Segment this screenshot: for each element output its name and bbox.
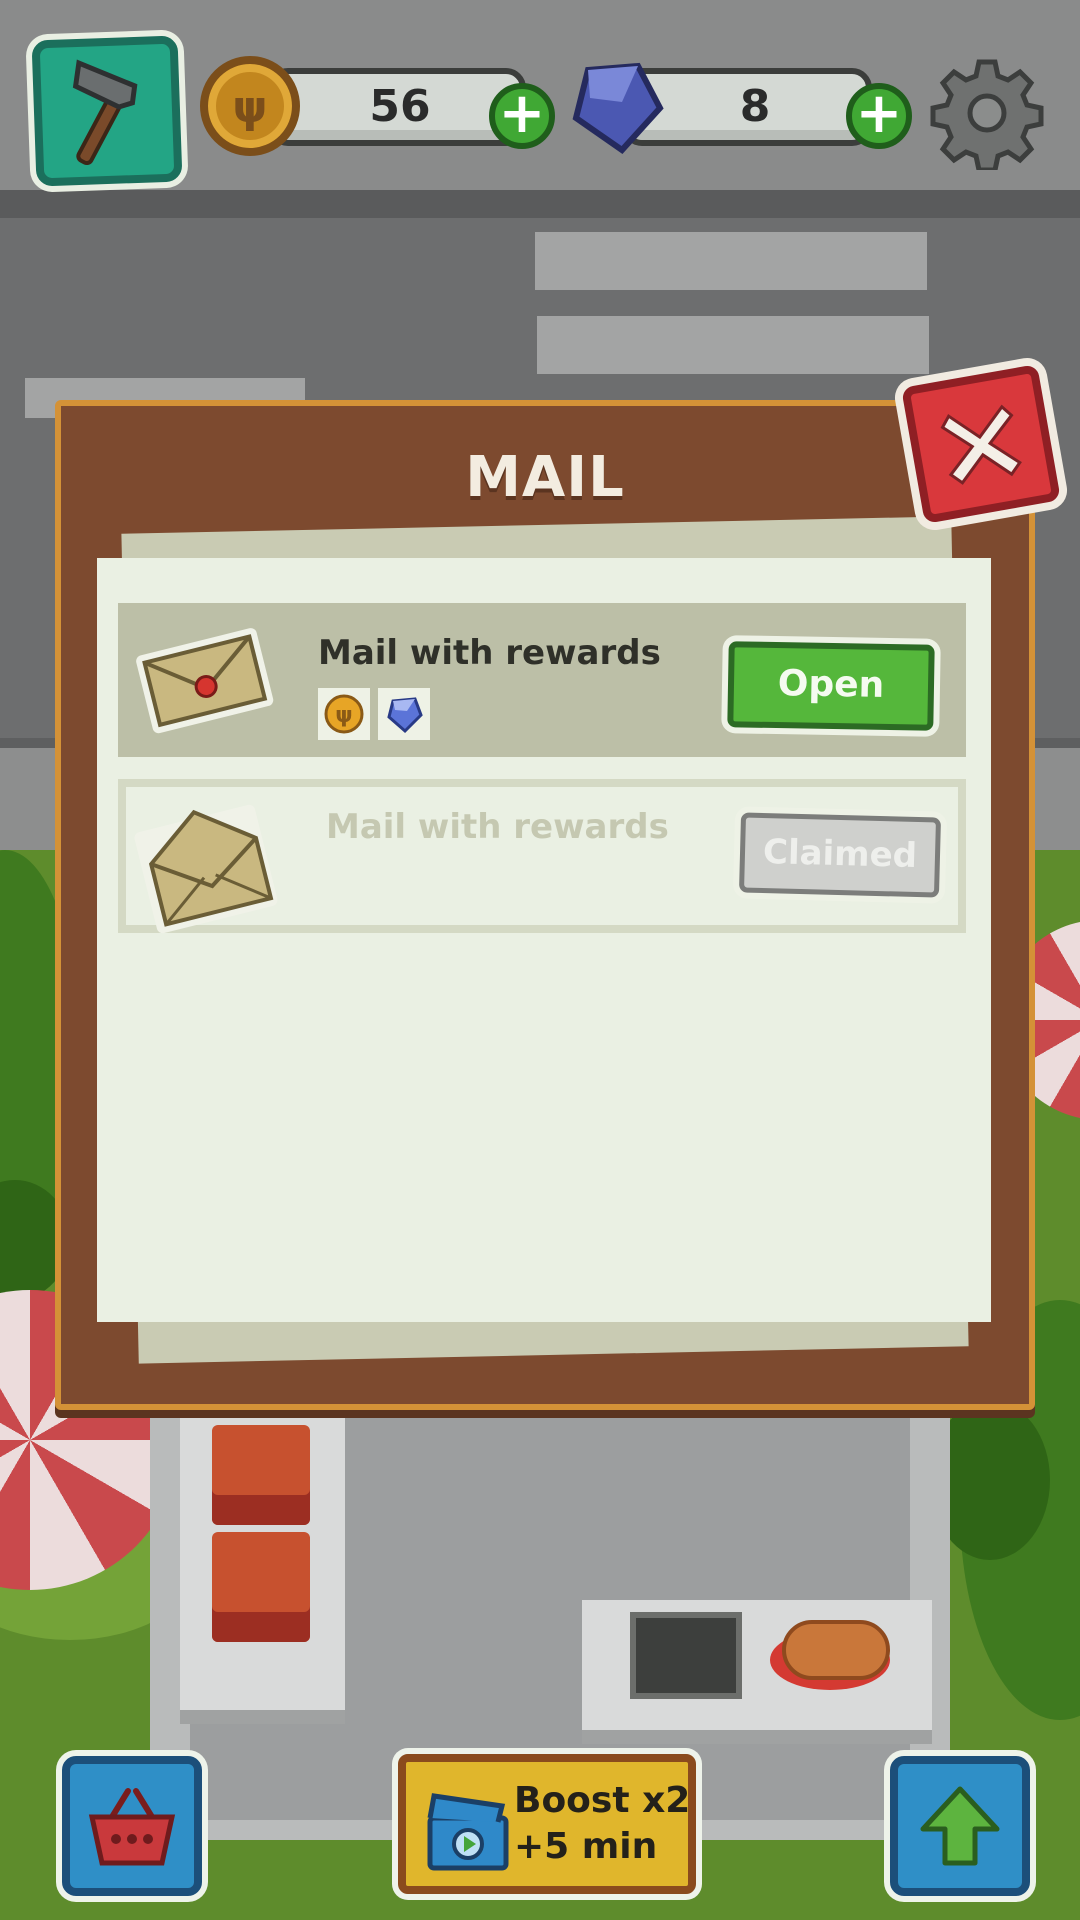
dialog-title: MAIL	[465, 445, 625, 510]
boost-label: Boost x2	[514, 1780, 691, 1821]
build-button[interactable]	[31, 35, 183, 187]
boost-button[interactable]: Boost x2 +5 min	[398, 1754, 696, 1894]
upgrade-button[interactable]	[890, 1756, 1030, 1896]
basket-icon	[88, 1788, 176, 1866]
open-mail-button[interactable]: Open	[727, 641, 935, 731]
add-coins-button[interactable]: +	[489, 83, 555, 149]
mail-item-unread[interactable]: Mail with rewards ψ Open	[118, 603, 966, 757]
claimed-button: Claimed	[738, 812, 942, 898]
stall-crate	[212, 1425, 310, 1525]
gem-count: 8	[739, 81, 771, 132]
curb	[0, 190, 1080, 218]
mail-item-claimed: Mail with rewards Claimed	[118, 779, 966, 934]
gem-icon	[572, 62, 664, 154]
mail-title: Mail with rewards	[318, 633, 661, 673]
svg-text:ψ: ψ	[233, 82, 268, 133]
crosswalk-stripe	[537, 316, 929, 374]
hammer-icon	[72, 59, 138, 166]
settings-gear-icon[interactable]	[930, 56, 1044, 170]
envelope-sealed-icon	[136, 628, 274, 734]
svg-text:ψ: ψ	[335, 703, 352, 728]
reward-chip	[378, 688, 430, 740]
mail-title: Mail with rewards	[326, 807, 669, 847]
crosswalk-stripe	[535, 232, 927, 290]
shop-button[interactable]	[62, 1756, 202, 1896]
reward-chip: ψ	[318, 688, 370, 740]
coin-count: 56	[369, 81, 431, 132]
grill	[630, 1612, 742, 1699]
add-gems-button[interactable]: +	[846, 83, 912, 149]
hotdog-icon	[782, 1620, 890, 1680]
gem-icon	[387, 697, 423, 734]
boost-duration: +5 min	[514, 1826, 658, 1867]
arrow-up-icon	[920, 1786, 1000, 1866]
stall-crate	[212, 1532, 310, 1642]
close-icon	[940, 404, 1022, 485]
envelope-open-icon	[134, 804, 278, 934]
coin-icon: ψ	[200, 56, 300, 156]
coin-icon: ψ	[324, 694, 364, 734]
video-clapper-icon	[427, 1793, 509, 1871]
close-button[interactable]	[901, 364, 1061, 524]
